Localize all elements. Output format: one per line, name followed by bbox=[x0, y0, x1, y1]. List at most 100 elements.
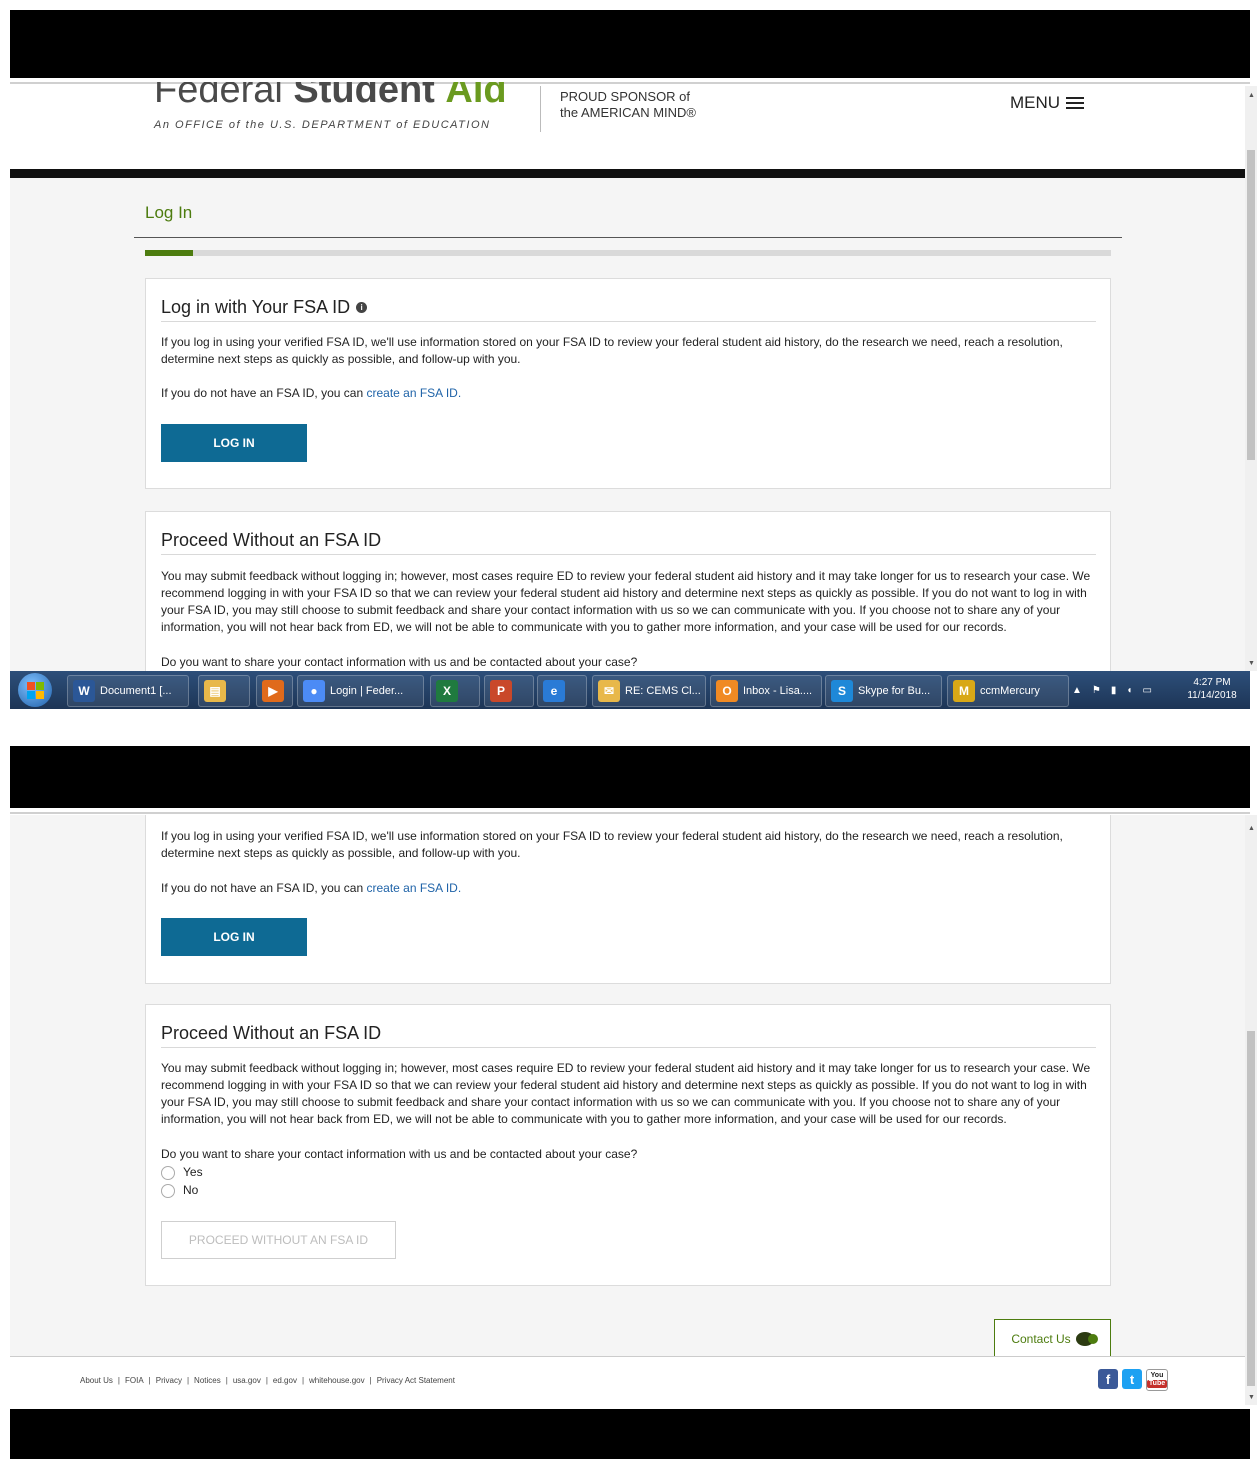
create-fsa-id-link[interactable]: create an FSA ID. bbox=[366, 386, 461, 400]
scroll-thumb[interactable] bbox=[1247, 1031, 1255, 1386]
taskbar-item[interactable]: P bbox=[484, 675, 534, 707]
footer-link[interactable]: ed.gov bbox=[273, 1376, 297, 1385]
taskbar-item[interactable]: ▶ bbox=[256, 675, 293, 707]
taskbar-app-icon: X bbox=[436, 680, 458, 702]
social-links: f t You Tube bbox=[1098, 1369, 1168, 1391]
radio-no-option[interactable]: No bbox=[161, 1182, 198, 1199]
footer-link[interactable]: About Us bbox=[80, 1376, 113, 1385]
screenshot-separator bbox=[0, 709, 1257, 746]
taskbar-app-icon: e bbox=[543, 680, 565, 702]
proceed-section-title: Proceed Without an FSA ID bbox=[161, 1023, 382, 1043]
proceed-panel: Proceed Without an FSA ID You may submit… bbox=[145, 1004, 1111, 1286]
login-panel: Log in with Your FSA ID i If you log in … bbox=[145, 278, 1111, 489]
start-button[interactable] bbox=[18, 673, 52, 707]
windows-taskbar: W Document1 [... ▤ ▶ ● Login | Feder... X Pe ✉ RE… bbox=[10, 671, 1250, 709]
taskbar-item-label: RE: CEMS Cl... bbox=[625, 685, 701, 697]
taskbar-item[interactable]: MccmMercury bbox=[947, 675, 1069, 707]
facebook-icon[interactable]: f bbox=[1098, 1369, 1118, 1389]
page-title: Log In bbox=[145, 203, 193, 222]
radio-no[interactable] bbox=[161, 1183, 175, 1198]
radio-no-label: No bbox=[183, 1183, 199, 1197]
footer-link[interactable]: Privacy Act Statement bbox=[377, 1376, 455, 1385]
proceed-paragraph: You may submit feedback without logging … bbox=[161, 1061, 1091, 1126]
proceed-section-title: Proceed Without an FSA ID bbox=[161, 530, 382, 550]
volume-icon[interactable]: ◖ bbox=[1126, 685, 1132, 696]
taskbar-app-icon: S bbox=[831, 680, 853, 702]
system-tray: ▲ ⚑ ▮ ◖ ▭ bbox=[1072, 675, 1182, 705]
header-divider bbox=[10, 812, 1250, 814]
header-vertical-divider bbox=[540, 86, 541, 132]
create-fsa-id-link[interactable]: create an FSA ID. bbox=[366, 881, 461, 895]
proceed-panel-clip: Proceed Without an FSA ID You may submit… bbox=[145, 511, 1111, 671]
taskbar-item-label: Login | Feder... bbox=[330, 685, 404, 697]
menu-button[interactable]: MENU bbox=[1010, 93, 1085, 113]
taskbar-item-label: Inbox - Lisa.... bbox=[743, 685, 813, 697]
page-scrollbar[interactable]: ▲ ▼ bbox=[1245, 86, 1257, 671]
no-id-text: If you do not have an FSA ID, you can cr… bbox=[161, 881, 462, 895]
contact-us-button[interactable]: Contact Us bbox=[994, 1319, 1111, 1357]
tray-expand-icon[interactable]: ▲ bbox=[1072, 685, 1082, 696]
taskbar-app-icon: P bbox=[490, 680, 512, 702]
login-section-title: Log in with Your FSA ID i bbox=[161, 297, 368, 318]
clock[interactable]: 4:27 PM 11/14/2018 bbox=[1182, 676, 1242, 702]
taskbar-item[interactable]: W Document1 [... bbox=[67, 675, 189, 707]
twitter-icon[interactable]: t bbox=[1122, 1369, 1142, 1389]
scroll-up-arrow-icon[interactable]: ▲ bbox=[1248, 825, 1255, 832]
taskbar-item-label: ccmMercury bbox=[980, 685, 1040, 697]
taskbar-item[interactable]: ✉ RE: CEMS Cl... bbox=[592, 675, 706, 707]
footer-link[interactable]: usa.gov bbox=[233, 1376, 261, 1385]
footer-separator: | bbox=[369, 1376, 372, 1385]
footer-link[interactable]: Privacy bbox=[156, 1376, 182, 1385]
taskbar-item-label: Document1 [... bbox=[100, 685, 172, 697]
footer-separator: | bbox=[225, 1376, 228, 1385]
sponsor-line-1: PROUD SPONSOR of bbox=[560, 89, 691, 104]
power-icon[interactable]: ▭ bbox=[1142, 685, 1151, 696]
redacted-bar bbox=[10, 746, 1250, 808]
footer-link[interactable]: whitehouse.gov bbox=[309, 1376, 365, 1385]
log-in-button[interactable]: LOG IN bbox=[161, 918, 307, 956]
title-underline bbox=[134, 237, 1122, 238]
proceed-without-fsa-id-button[interactable]: PROCEED WITHOUT AN FSA ID bbox=[161, 1221, 396, 1259]
proceed-paragraph: You may submit feedback without logging … bbox=[161, 569, 1091, 634]
section-divider bbox=[161, 554, 1096, 555]
info-icon[interactable]: i bbox=[356, 302, 368, 313]
footer-link[interactable]: FOIA bbox=[125, 1376, 144, 1385]
footer-separator: | bbox=[148, 1376, 151, 1385]
logo-student: Student bbox=[293, 82, 435, 111]
scroll-thumb[interactable] bbox=[1247, 150, 1255, 460]
log-in-button[interactable]: LOG IN bbox=[161, 424, 307, 462]
section-divider bbox=[161, 321, 1096, 322]
scroll-down-arrow-icon[interactable]: ▼ bbox=[1248, 1394, 1255, 1401]
radio-yes[interactable] bbox=[161, 1165, 175, 1180]
login-panel: If you log in using your verified FSA ID… bbox=[145, 815, 1111, 984]
hamburger-icon bbox=[1066, 94, 1085, 112]
page-scrollbar[interactable]: ▲ ▼ bbox=[1245, 815, 1257, 1405]
site-logo[interactable]: Federal Student Aid An OFFICE of the U.S… bbox=[150, 82, 530, 132]
taskbar-app-icon: ● bbox=[303, 680, 325, 702]
taskbar-item-label: Skype for Bu... bbox=[858, 685, 931, 697]
youtube-icon[interactable]: You Tube bbox=[1146, 1369, 1168, 1391]
scroll-up-arrow-icon[interactable]: ▲ bbox=[1248, 92, 1255, 99]
footer-links: About Us | FOIA | Privacy | Notices | usa.gov | ed… bbox=[80, 1376, 455, 1385]
proceed-panel: Proceed Without an FSA ID You may submit… bbox=[145, 511, 1111, 671]
network-icon[interactable]: ▮ bbox=[1111, 685, 1117, 696]
footer-link[interactable]: Notices bbox=[194, 1376, 221, 1385]
taskbar-item[interactable]: S Skype for Bu... bbox=[825, 675, 942, 707]
contact-question: Do you want to share your contact inform… bbox=[161, 1147, 638, 1161]
taskbar-item[interactable]: O Inbox - Lisa.... bbox=[710, 675, 822, 707]
taskbar-app-icon: ✉ bbox=[598, 680, 620, 702]
redacted-bar bbox=[10, 10, 1250, 78]
taskbar-item[interactable]: ● Login | Feder... bbox=[297, 675, 424, 707]
login-paragraph: If you log in using your verified FSA ID… bbox=[161, 829, 1063, 860]
login-panel-clip: If you log in using your verified FSA ID… bbox=[145, 815, 1111, 985]
radio-yes-label: Yes bbox=[183, 1165, 203, 1179]
taskbar-item[interactable]: e bbox=[537, 675, 587, 707]
radio-yes-option[interactable]: Yes bbox=[161, 1164, 203, 1181]
contact-question: Do you want to share your contact inform… bbox=[161, 655, 638, 669]
scroll-down-arrow-icon[interactable]: ▼ bbox=[1248, 660, 1255, 667]
logo-aid: Aid bbox=[445, 82, 507, 111]
footer-separator: | bbox=[265, 1376, 268, 1385]
flag-icon[interactable]: ⚑ bbox=[1092, 685, 1101, 696]
taskbar-item[interactable]: ▤ bbox=[198, 675, 250, 707]
taskbar-item[interactable]: X bbox=[430, 675, 480, 707]
